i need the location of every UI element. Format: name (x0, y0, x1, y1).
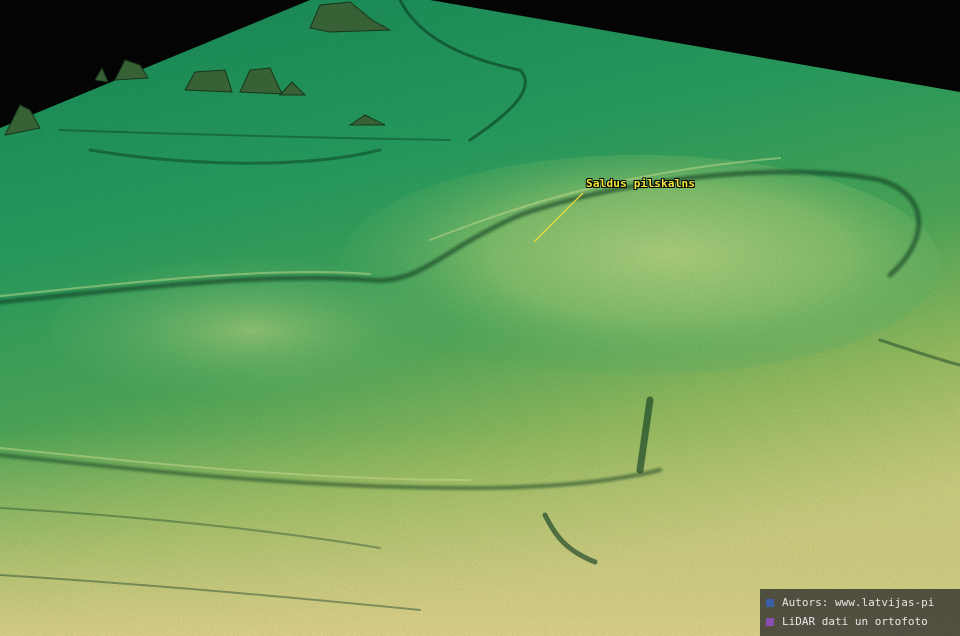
credit-author-text: Autors: www.latvijas-pi (782, 596, 935, 609)
lidar-texture (0, 0, 960, 636)
credit-data-text: LiDAR dati un ortofoto (782, 615, 928, 628)
lidar-terrain-view[interactable]: Saldus pilskalns Autors: www.latvijas-pi… (0, 0, 960, 636)
terrain-3d-render[interactable] (0, 0, 960, 636)
hillfort-label[interactable]: Saldus pilskalns (586, 177, 695, 190)
credit-data-row[interactable]: LiDAR dati un ortofoto (766, 612, 960, 631)
credits-panel: Autors: www.latvijas-pi LiDAR dati un or… (760, 589, 960, 636)
author-marker-icon (766, 598, 774, 607)
data-source-marker-icon (766, 617, 774, 626)
credit-author-row[interactable]: Autors: www.latvijas-pi (766, 593, 960, 612)
